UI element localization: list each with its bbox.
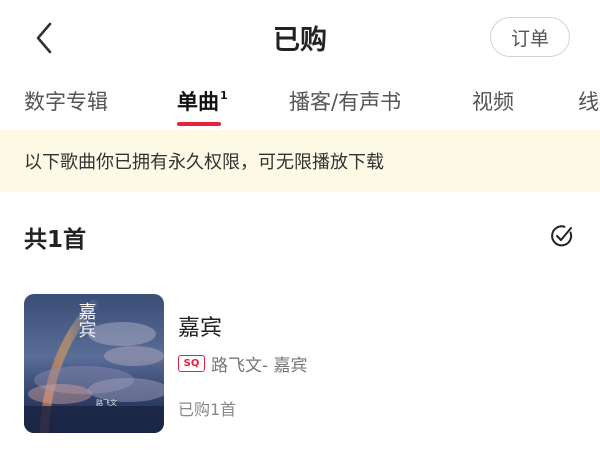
tab-label: 视频 bbox=[472, 90, 514, 114]
notice-banner: 以下歌曲你已拥有永久权限，可无限播放下载 bbox=[0, 130, 600, 192]
tab-label: 单曲 bbox=[177, 90, 219, 114]
tab-label: 播客/有声书 bbox=[289, 90, 402, 114]
tab-label: 线 bbox=[578, 90, 599, 114]
song-title: 嘉宾 bbox=[178, 316, 223, 341]
active-tab-indicator bbox=[177, 122, 221, 126]
album-cover: 嘉宾 路飞文 bbox=[24, 294, 164, 433]
tab-digital-album[interactable]: 数字专辑 bbox=[24, 86, 108, 116]
header: 已购 订单 bbox=[0, 0, 600, 76]
tab-video[interactable]: 视频 bbox=[472, 86, 514, 116]
back-button[interactable] bbox=[28, 16, 68, 60]
song-count-label: 共1首 bbox=[24, 227, 87, 253]
song-list-item[interactable]: 嘉宾 路飞文 嘉宾 SQ 路飞文- 嘉宾 已购1首 bbox=[0, 290, 600, 440]
check-circle-icon bbox=[551, 225, 573, 247]
multi-select-button[interactable] bbox=[549, 223, 575, 249]
tab-single[interactable]: 单曲1 bbox=[177, 86, 228, 126]
song-artist-album: 路飞文- 嘉宾 bbox=[211, 356, 308, 376]
tab-partial[interactable]: 线 bbox=[578, 86, 599, 116]
order-button[interactable]: 订单 bbox=[490, 17, 570, 57]
song-count-row: 共1首 bbox=[0, 206, 600, 266]
tab-podcast-audiobook[interactable]: 播客/有声书 bbox=[289, 86, 401, 116]
cover-signature-text: 路飞文 bbox=[96, 398, 117, 407]
cover-title-text: 嘉宾 bbox=[76, 302, 97, 338]
chevron-left-icon bbox=[36, 22, 52, 54]
sq-quality-badge: SQ bbox=[178, 355, 205, 372]
song-bought-count: 已购1首 bbox=[178, 400, 237, 419]
category-tabs: 数字专辑 单曲1 播客/有声书 视频 线 bbox=[0, 76, 600, 128]
tab-count-badge: 1 bbox=[220, 89, 228, 102]
tab-label: 数字专辑 bbox=[24, 90, 108, 114]
